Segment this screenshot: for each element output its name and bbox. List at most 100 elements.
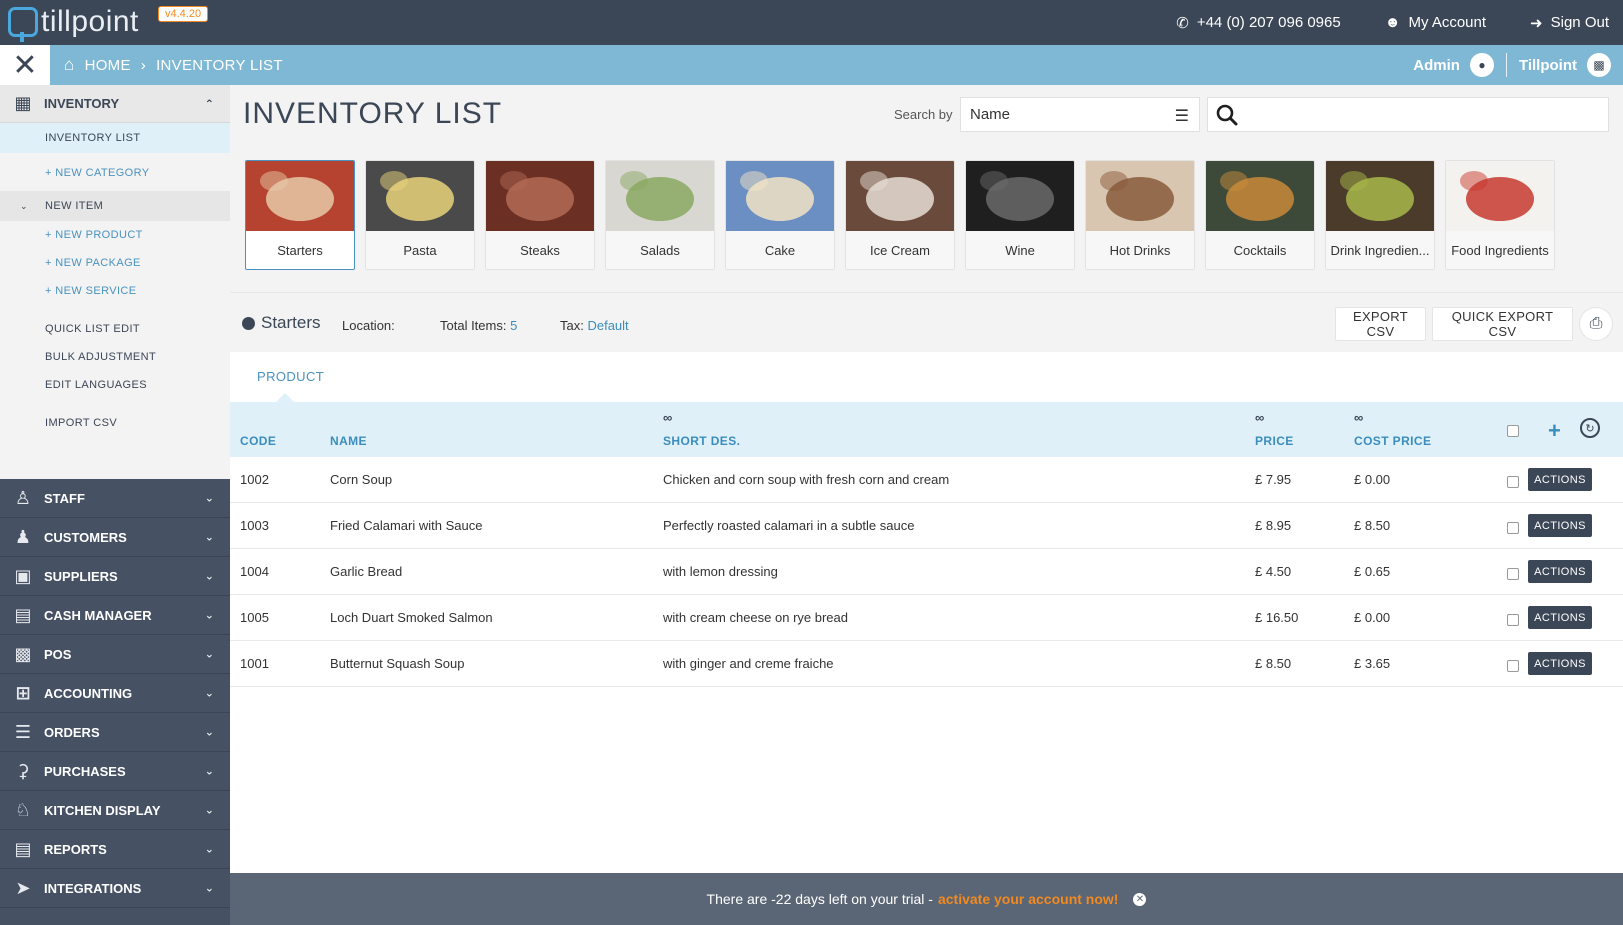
my-account-link[interactable]: ☻ My Account bbox=[1385, 14, 1486, 31]
actions-button[interactable]: ACTIONS bbox=[1528, 652, 1592, 675]
category-tile[interactable]: Hot Drinks bbox=[1085, 160, 1195, 270]
cell-name: Loch Duart Smoked Salmon bbox=[330, 610, 493, 625]
sign-out-link[interactable]: ➜ Sign Out bbox=[1530, 14, 1609, 32]
sidebar-item-pos[interactable]: ▩ POS ⌄ bbox=[0, 635, 230, 674]
submenu-edit-languages[interactable]: EDIT LANGUAGES bbox=[0, 375, 230, 395]
search-by-label: Search by bbox=[894, 107, 953, 122]
home-icon[interactable]: ⌂ bbox=[64, 55, 75, 75]
chevron-up-icon: ⌃ bbox=[204, 98, 214, 110]
submenu-new-package[interactable]: + NEW PACKAGE bbox=[0, 253, 230, 273]
link-icon[interactable]: ∞ bbox=[663, 410, 672, 425]
quick-export-csv-button[interactable]: QUICK EXPORT CSV bbox=[1432, 307, 1573, 341]
chevron-down-icon: ⌄ bbox=[204, 531, 214, 544]
category-tile[interactable]: Starters bbox=[245, 160, 355, 270]
actions-button[interactable]: ACTIONS bbox=[1528, 560, 1592, 583]
submenu-new-item[interactable]: ⌄ NEW ITEM bbox=[0, 191, 230, 221]
user-icon[interactable]: ● bbox=[1469, 53, 1494, 77]
company-label[interactable]: Tillpoint bbox=[1519, 57, 1577, 74]
submenu-new-product[interactable]: + NEW PRODUCT bbox=[0, 225, 230, 245]
phone-link[interactable]: ✆ +44 (0) 207 096 0965 bbox=[1176, 14, 1340, 32]
category-label: Food Ingredients bbox=[1451, 242, 1549, 258]
link-icon[interactable]: ∞ bbox=[1354, 410, 1363, 425]
category-tile[interactable]: Cake bbox=[725, 160, 835, 270]
org-chart-icon[interactable]: ▩ bbox=[1587, 53, 1611, 77]
row-checkbox[interactable] bbox=[1507, 522, 1519, 534]
tax: Tax: Default bbox=[560, 318, 629, 333]
column-short-des[interactable]: SHORT DES. bbox=[663, 434, 740, 448]
category-tile[interactable]: Drink Ingredien... bbox=[1325, 160, 1435, 270]
category-tile[interactable]: Cocktails bbox=[1205, 160, 1315, 270]
column-name[interactable]: NAME bbox=[330, 434, 367, 448]
logo[interactable]: tillpoint bbox=[8, 5, 139, 42]
category-tile[interactable]: Food Ingredients bbox=[1445, 160, 1555, 270]
actions-button[interactable]: ACTIONS bbox=[1528, 606, 1592, 629]
close-banner-icon[interactable]: ✕ bbox=[1133, 892, 1147, 906]
category-tile[interactable]: Pasta bbox=[365, 160, 475, 270]
category-tile[interactable]: Ice Cream bbox=[845, 160, 955, 270]
category-image bbox=[1446, 161, 1554, 231]
breadcrumb-home[interactable]: HOME bbox=[85, 57, 131, 74]
row-checkbox[interactable] bbox=[1507, 660, 1519, 672]
select-all-checkbox[interactable] bbox=[1507, 425, 1519, 437]
table-row: 1002 Corn Soup Chicken and corn soup wit… bbox=[230, 457, 1623, 503]
close-sidebar-button[interactable]: ✕ bbox=[0, 45, 50, 85]
export-csv-button[interactable]: EXPORT CSV bbox=[1335, 307, 1426, 341]
submenu-import-csv[interactable]: IMPORT CSV bbox=[0, 413, 230, 433]
actions-button[interactable]: ACTIONS bbox=[1528, 468, 1592, 491]
sidebar-item-orders[interactable]: ☰ ORDERS ⌄ bbox=[0, 713, 230, 752]
sidebar-item-staff[interactable]: ♙ STAFF ⌄ bbox=[0, 479, 230, 518]
submenu-new-service[interactable]: + NEW SERVICE bbox=[0, 281, 230, 301]
sidebar-item-label: SUPPLIERS bbox=[44, 568, 118, 584]
submenu-bulk-adjustment[interactable]: BULK ADJUSTMENT bbox=[0, 347, 230, 367]
submenu-new-category[interactable]: + NEW CATEGORY bbox=[0, 163, 230, 183]
chevron-down-icon: ⌄ bbox=[204, 726, 214, 739]
cell-price: £ 4.50 bbox=[1255, 564, 1292, 579]
activate-account-link[interactable]: activate your account now! bbox=[938, 891, 1118, 907]
sidebar-item-integrations[interactable]: ➤ INTEGRATIONS ⌄ bbox=[0, 869, 230, 908]
add-icon[interactable]: + bbox=[1548, 418, 1561, 444]
search-box bbox=[1207, 97, 1609, 132]
category-tile[interactable]: Salads bbox=[605, 160, 715, 270]
sidebar-item-purchases[interactable]: ⚳ PURCHASES ⌄ bbox=[0, 752, 230, 791]
phone-icon: ✆ bbox=[1176, 14, 1189, 32]
admin-label[interactable]: Admin bbox=[1413, 57, 1460, 74]
main-content: INVENTORY LIST Search by Name ☰ Starters… bbox=[230, 85, 1623, 925]
pos-icon: ▩ bbox=[14, 643, 32, 664]
menu-icon: ☰ bbox=[1174, 108, 1189, 125]
column-cost-price[interactable]: COST PRICE bbox=[1354, 434, 1431, 448]
category-tile[interactable]: Wine bbox=[965, 160, 1075, 270]
print-button[interactable]: ⎙ bbox=[1579, 307, 1613, 341]
column-price[interactable]: PRICE bbox=[1255, 434, 1294, 448]
search-by-select[interactable]: Name ☰ bbox=[960, 97, 1200, 132]
sidebar-item-kitchen-display[interactable]: ♘ KITCHEN DISPLAY ⌄ bbox=[0, 791, 230, 830]
sidebar-item-customers[interactable]: ♟ CUSTOMERS ⌄ bbox=[0, 518, 230, 557]
trial-banner: There are -22 days left on your trial - … bbox=[230, 873, 1623, 925]
actions-button[interactable]: ACTIONS bbox=[1528, 514, 1592, 537]
sidebar-item-accounting[interactable]: ⊞ ACCOUNTING ⌄ bbox=[0, 674, 230, 713]
sidebar-item-reports[interactable]: ▤ REPORTS ⌄ bbox=[0, 830, 230, 869]
cell-price: £ 7.95 bbox=[1255, 472, 1292, 487]
search-input[interactable] bbox=[1248, 106, 1588, 123]
sidebar-item-cash-manager[interactable]: ▤ CASH MANAGER ⌄ bbox=[0, 596, 230, 635]
chevron-down-icon: ⌄ bbox=[204, 765, 214, 778]
submenu-quick-list-edit[interactable]: QUICK LIST EDIT bbox=[0, 319, 230, 339]
tab-product[interactable]: PRODUCT bbox=[257, 369, 324, 384]
column-code[interactable]: CODE bbox=[240, 434, 276, 448]
history-icon[interactable]: ↻ bbox=[1580, 418, 1600, 438]
submenu-inventory-list[interactable]: INVENTORY LIST bbox=[0, 123, 230, 153]
sidebar-item-suppliers[interactable]: ▣ SUPPLIERS ⌄ bbox=[0, 557, 230, 596]
sign-out-label: Sign Out bbox=[1550, 14, 1609, 31]
category-image bbox=[966, 161, 1074, 231]
chevron-down-icon: ⌄ bbox=[204, 609, 214, 622]
row-checkbox[interactable] bbox=[1507, 568, 1519, 580]
table-row: 1003 Fried Calamari with Sauce Perfectly… bbox=[230, 503, 1623, 549]
category-tile[interactable]: Steaks bbox=[485, 160, 595, 270]
sidebar-item-inventory[interactable]: ▦ INVENTORY ⌃ bbox=[0, 85, 230, 123]
category-label: Wine bbox=[1005, 242, 1035, 258]
row-checkbox[interactable] bbox=[1507, 614, 1519, 626]
chevron-down-icon: ⌄ bbox=[204, 570, 214, 583]
tax-value[interactable]: Default bbox=[587, 318, 628, 333]
link-icon[interactable]: ∞ bbox=[1255, 410, 1264, 425]
category-label: Starters bbox=[277, 242, 323, 258]
row-checkbox[interactable] bbox=[1507, 476, 1519, 488]
